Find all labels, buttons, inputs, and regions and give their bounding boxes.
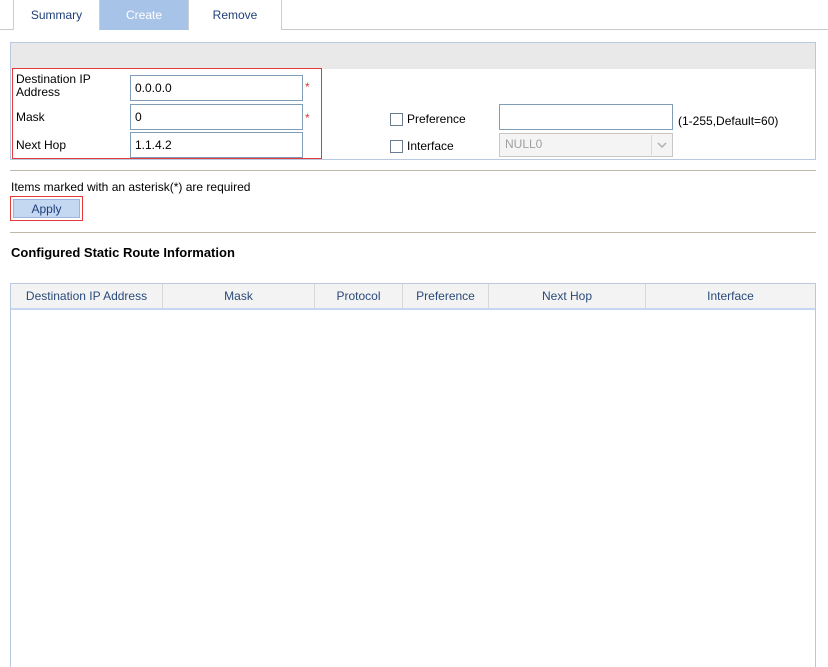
mask-input[interactable] — [130, 104, 303, 130]
column-header-interface[interactable]: Interface — [646, 284, 815, 308]
column-header-next-hop[interactable]: Next Hop — [489, 284, 646, 308]
separator — [10, 170, 816, 171]
interface-checkbox[interactable] — [390, 140, 403, 153]
mask-label: Mask — [16, 110, 45, 124]
required-asterisk: * — [305, 80, 310, 94]
column-header-mask[interactable]: Mask — [163, 284, 315, 308]
tab-summary[interactable]: Summary — [13, 0, 100, 30]
interface-label: Interface — [407, 139, 454, 153]
destination-ip-label: Destination IP Address — [16, 72, 91, 99]
next-hop-input[interactable] — [130, 132, 303, 158]
section-title: Configured Static Route Information — [11, 245, 235, 260]
apply-button[interactable]: Apply — [13, 199, 80, 218]
preference-input[interactable] — [499, 104, 673, 130]
required-asterisk: * — [305, 111, 310, 125]
chevron-down-icon — [651, 135, 671, 155]
tab-bar: Summary Create Remove — [0, 0, 828, 30]
required-note: Items marked with an asterisk(*) are req… — [11, 180, 251, 194]
separator — [10, 232, 816, 233]
column-header-protocol[interactable]: Protocol — [315, 284, 403, 308]
column-header-destination[interactable]: Destination IP Address — [11, 284, 163, 308]
apply-button-highlight: Apply — [10, 196, 83, 221]
preference-checkbox[interactable] — [390, 113, 403, 126]
interface-select[interactable]: NULL0 — [499, 133, 673, 157]
panel-header — [11, 43, 815, 69]
tab-remove[interactable]: Remove — [188, 0, 282, 30]
next-hop-label: Next Hop — [16, 138, 67, 152]
preference-label: Preference — [407, 112, 466, 126]
interface-select-value: NULL0 — [505, 137, 543, 151]
table-header: Destination IP Address Mask Protocol Pre… — [11, 284, 815, 310]
tab-create[interactable]: Create — [100, 0, 188, 30]
preference-hint: (1-255,Default=60) — [678, 114, 779, 128]
static-route-table: Destination IP Address Mask Protocol Pre… — [10, 283, 816, 667]
destination-ip-input[interactable] — [130, 75, 303, 101]
column-header-preference[interactable]: Preference — [403, 284, 489, 308]
